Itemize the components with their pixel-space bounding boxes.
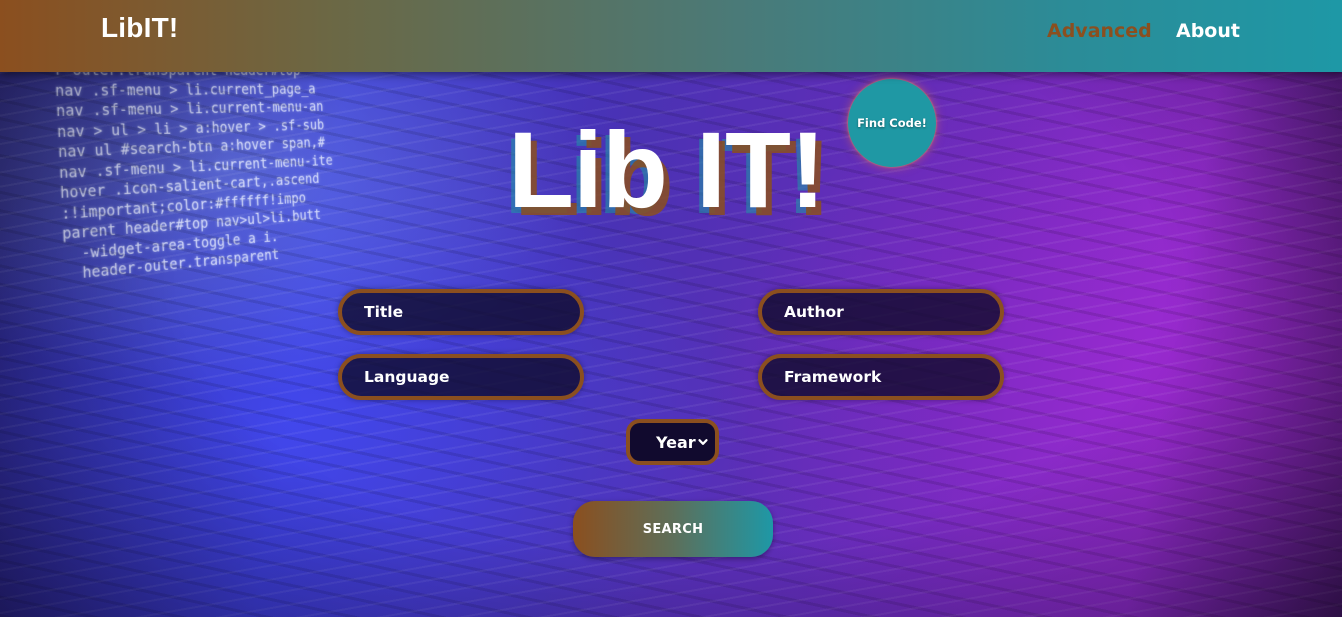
year-select[interactable]: Year — [626, 419, 719, 465]
language-input[interactable] — [342, 358, 580, 396]
title-input[interactable] — [342, 293, 580, 331]
navbar: LibIT! Advanced About — [0, 0, 1342, 72]
nav-link-about[interactable]: About — [1176, 20, 1240, 42]
author-field — [758, 289, 1004, 335]
search-button[interactable]: SEARCH — [573, 501, 773, 557]
background-code-texture: r-outer.transparent header#topnav .sf-me… — [53, 60, 467, 320]
title-field — [338, 289, 584, 335]
framework-field — [758, 354, 1004, 400]
brand-logo[interactable]: LibIT! — [101, 12, 178, 44]
author-input[interactable] — [762, 293, 1000, 331]
find-code-button[interactable]: Find Code! — [848, 79, 936, 167]
year-select-value: Year — [656, 433, 696, 452]
hero-title: Lib IT! — [508, 109, 826, 230]
chevron-down-icon — [698, 439, 708, 445]
nav-link-advanced[interactable]: Advanced — [1047, 20, 1152, 42]
framework-input[interactable] — [762, 358, 1000, 396]
language-field — [338, 354, 584, 400]
